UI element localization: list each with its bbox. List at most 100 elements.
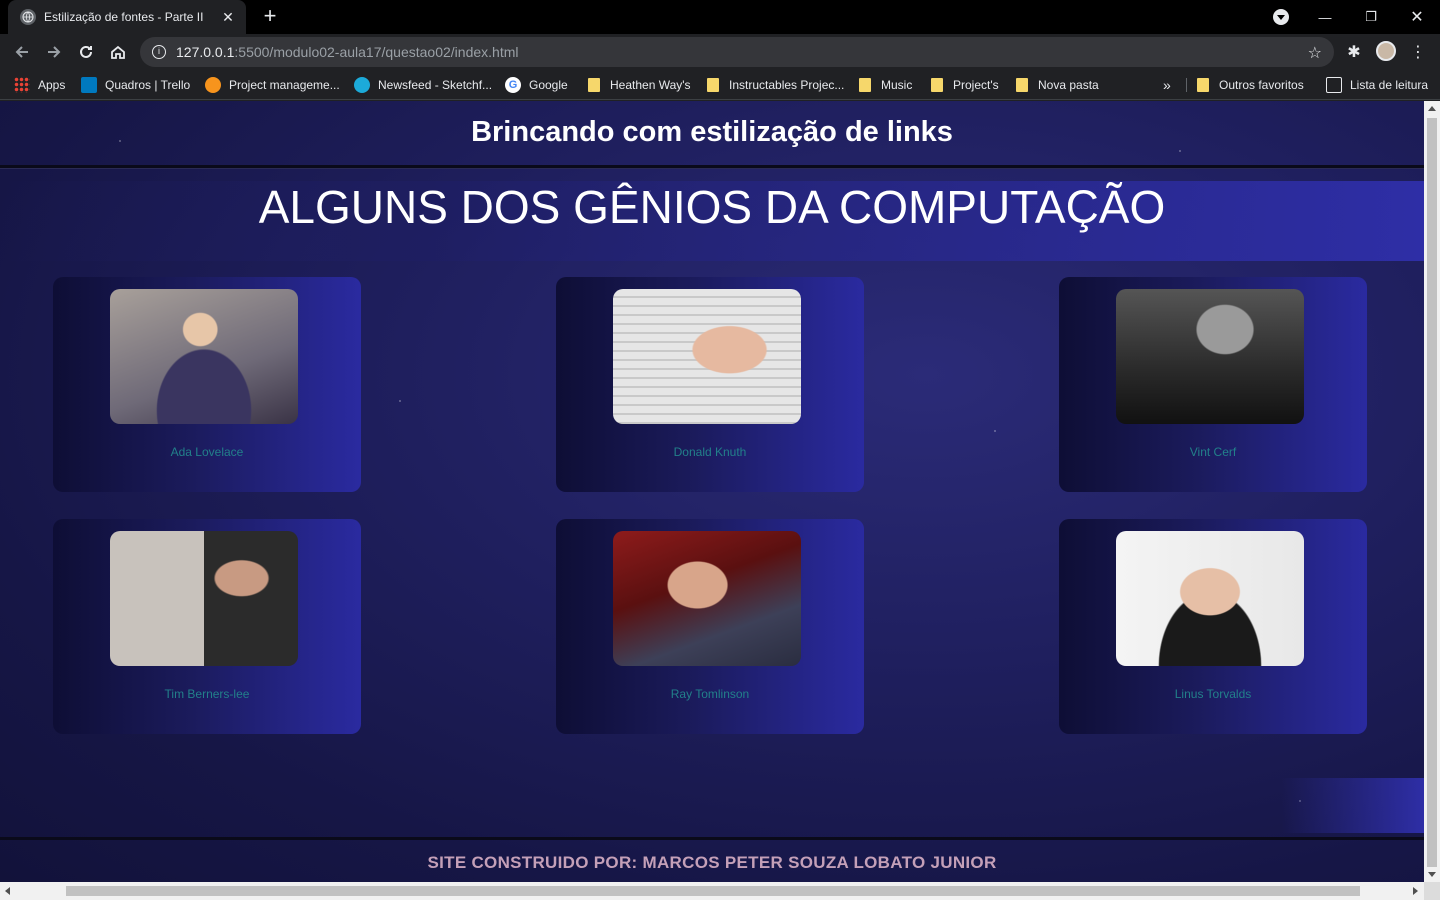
- sketchfab-icon: [354, 77, 370, 93]
- reading-list-icon: [1326, 77, 1342, 93]
- home-icon: [111, 45, 125, 59]
- bookmarks-separator: [1186, 78, 1187, 92]
- horizontal-scroll-thumb[interactable]: [66, 886, 1360, 896]
- globe-icon: [20, 9, 36, 25]
- active-tab[interactable]: Estilização de fontes - Parte II ✕: [8, 0, 246, 34]
- bookmarks-bar: Apps Quadros | Trello Project manageme..…: [0, 70, 1440, 100]
- scroll-up-arrow-icon[interactable]: [1428, 106, 1436, 111]
- portrait-image: [1116, 289, 1304, 424]
- card-link[interactable]: Vint Cerf: [1059, 445, 1367, 459]
- page-header: Brincando com estilização de links: [0, 101, 1424, 167]
- new-tab-button[interactable]: +: [258, 5, 282, 29]
- tab-title: Estilização de fontes - Parte II: [44, 10, 204, 24]
- hubstaff-icon: [205, 77, 221, 93]
- tab-strip: Estilização de fontes - Parte II ✕ + — ❐…: [0, 0, 1440, 34]
- header-divider: [0, 165, 1424, 168]
- bookmark-star-icon[interactable]: ☆: [1308, 43, 1322, 63]
- bookmark-folder-projects[interactable]: Project's: [929, 76, 999, 94]
- bookmark-other-favorites[interactable]: Outros favoritos: [1195, 76, 1304, 94]
- bookmark-sketchfab[interactable]: Newsfeed - Sketchf...: [354, 76, 492, 94]
- card-ada-lovelace: Ada Lovelace: [53, 277, 361, 492]
- menu-kebab-icon[interactable]: ⋮: [1404, 38, 1432, 66]
- extensions-icon[interactable]: ✱: [1340, 38, 1368, 66]
- bookmark-label: Heathen Way's: [610, 78, 691, 92]
- card-link[interactable]: Ada Lovelace: [53, 445, 361, 459]
- profile-avatar[interactable]: [1376, 41, 1396, 61]
- bookmark-label: Project manageme...: [229, 78, 340, 92]
- trello-icon: [81, 77, 97, 93]
- apps-grid-icon: [14, 77, 30, 93]
- browser-toolbar: i 127.0.0.1:5500/modulo02-aula17/questao…: [0, 34, 1440, 70]
- footer-credit: SITE CONSTRUIDO POR: MARCOS PETER SOUZA …: [427, 853, 997, 872]
- card-donald-knuth: Donald Knuth: [556, 277, 864, 492]
- bookmark-apps[interactable]: Apps: [14, 76, 65, 94]
- google-icon: G: [505, 77, 521, 93]
- bookmark-label: Outros favoritos: [1219, 78, 1304, 92]
- reload-button[interactable]: [72, 38, 100, 66]
- close-tab-icon[interactable]: ✕: [220, 9, 236, 25]
- bookmark-label: Google: [529, 78, 568, 92]
- scroll-left-arrow-icon[interactable]: [5, 887, 10, 895]
- bookmark-label: Music: [881, 78, 913, 92]
- main-section-title: ALGUNS DOS GÊNIOS DA COMPUTAÇÃO: [0, 181, 1424, 261]
- portrait-image: [110, 289, 298, 424]
- portrait-image: [110, 531, 298, 666]
- vertical-scroll-thumb[interactable]: [1427, 118, 1437, 867]
- scrollbar-corner: [1424, 882, 1440, 900]
- bookmark-trello[interactable]: Quadros | Trello: [81, 76, 190, 94]
- scroll-down-arrow-icon[interactable]: [1428, 872, 1436, 877]
- restore-button[interactable]: ❐: [1348, 0, 1394, 34]
- card-vint-cerf: Vint Cerf: [1059, 277, 1367, 492]
- card-tim-berners-lee: Tim Berners-lee: [53, 519, 361, 734]
- bookmark-label: Project's: [953, 78, 999, 92]
- bookmark-label: Apps: [38, 78, 66, 92]
- site-info-icon[interactable]: i: [152, 45, 166, 59]
- page-viewport: Brincando com estilização de links ALGUN…: [0, 101, 1424, 882]
- card-link[interactable]: Ray Tomlinson: [556, 687, 864, 701]
- close-window-button[interactable]: ✕: [1394, 0, 1440, 34]
- bookmark-folder-heathen[interactable]: Heathen Way's: [586, 76, 691, 94]
- arrow-right-icon: [48, 46, 61, 58]
- card-link[interactable]: Tim Berners-lee: [53, 687, 361, 701]
- card-ray-tomlinson: Ray Tomlinson: [556, 519, 864, 734]
- url-host: 127.0.0.1: [176, 44, 235, 60]
- card-link[interactable]: Donald Knuth: [556, 445, 864, 459]
- section-heading: ALGUNS DOS GÊNIOS DA COMPUTAÇÃO: [258, 181, 1166, 233]
- minimize-button[interactable]: —: [1302, 0, 1348, 34]
- card-linus-torvalds: Linus Torvalds: [1059, 519, 1367, 734]
- bookmark-folder-instructables[interactable]: Instructables Projec...: [705, 76, 844, 94]
- portrait-image: [613, 531, 801, 666]
- bookmark-folder-music[interactable]: Music: [857, 76, 912, 94]
- card-link[interactable]: Linus Torvalds: [1059, 687, 1367, 701]
- bookmark-label: Nova pasta: [1038, 78, 1099, 92]
- folder-icon: [1016, 78, 1028, 92]
- folder-icon: [707, 78, 719, 92]
- tab-search-icon[interactable]: [1273, 9, 1289, 25]
- folder-icon: [859, 78, 871, 92]
- portrait-image: [1116, 531, 1304, 666]
- bookmark-label: Newsfeed - Sketchf...: [378, 78, 493, 92]
- reading-list-button[interactable]: Lista de leitura: [1326, 76, 1428, 94]
- bookmark-folder-nova-pasta[interactable]: Nova pasta: [1014, 76, 1099, 94]
- folder-icon: [931, 78, 943, 92]
- forward-button[interactable]: [40, 38, 68, 66]
- url-path: :5500/modulo02-aula17/questao02/index.ht…: [234, 44, 519, 60]
- folder-icon: [588, 78, 600, 92]
- bookmark-label: Quadros | Trello: [105, 78, 191, 92]
- bookmark-project-management[interactable]: Project manageme...: [205, 76, 340, 94]
- scroll-right-arrow-icon[interactable]: [1413, 887, 1418, 895]
- bookmark-google[interactable]: G Google: [505, 76, 568, 94]
- bookmarks-overflow-button[interactable]: »: [1163, 76, 1171, 94]
- back-button[interactable]: [8, 38, 36, 66]
- bookmark-label: Lista de leitura: [1350, 78, 1429, 92]
- arrow-left-icon: [15, 46, 28, 58]
- footer-band: [0, 778, 1424, 833]
- address-bar[interactable]: i 127.0.0.1:5500/modulo02-aula17/questao…: [140, 37, 1334, 67]
- home-button[interactable]: [104, 38, 132, 66]
- folder-icon: [1197, 78, 1209, 92]
- page-title: Brincando com estilização de links: [471, 116, 953, 148]
- horizontal-scrollbar[interactable]: [0, 882, 1424, 900]
- bookmark-label: Instructables Projec...: [729, 78, 845, 92]
- reload-icon: [80, 45, 92, 58]
- vertical-scrollbar[interactable]: [1424, 101, 1440, 882]
